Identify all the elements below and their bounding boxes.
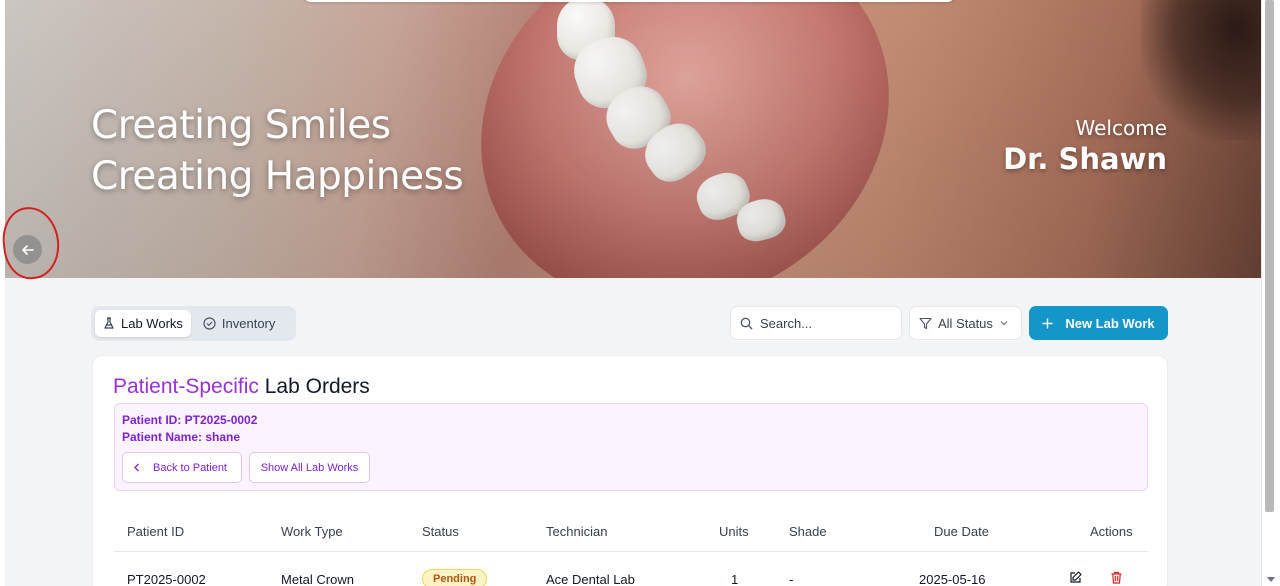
cell-units: 1 xyxy=(731,572,739,586)
column-header-shade: Shade xyxy=(789,524,827,539)
back-to-patient-button[interactable]: Back to Patient xyxy=(122,452,242,483)
show-all-lab-works-label: Show All Lab Works xyxy=(260,461,359,474)
card-title-accent: Patient-Specific xyxy=(113,375,259,398)
hero-tagline-line2: Creating Happiness xyxy=(91,154,464,199)
tab-inventory-label: Inventory xyxy=(221,316,276,331)
status-filter-dropdown[interactable]: All Status xyxy=(909,306,1022,340)
cell-patient-id: PT2025-0002 xyxy=(127,572,206,586)
tab-inventory[interactable]: Inventory xyxy=(195,310,283,337)
back-to-patient-label: Back to Patient xyxy=(153,461,227,474)
vertical-scrollbar[interactable] xyxy=(1261,0,1280,586)
view-tabs: Lab Works Inventory xyxy=(91,306,296,341)
status-filter-value: All Status xyxy=(938,315,993,331)
chevron-down-icon xyxy=(1000,321,1008,326)
card-title: Patient-Specific Lab Orders xyxy=(113,375,370,399)
delete-button[interactable] xyxy=(1110,571,1123,586)
new-lab-work-button[interactable]: New Lab Work xyxy=(1029,306,1168,340)
cell-due-date: 2025-05-16 xyxy=(919,572,986,586)
trash-icon xyxy=(1111,571,1122,584)
hero-tagline: Creating Smiles Creating Happiness xyxy=(91,100,464,202)
column-header-work-type: Work Type xyxy=(281,524,343,539)
welcome-block: Welcome Dr. Shawn xyxy=(1003,116,1167,178)
doctor-name: Dr. Shawn xyxy=(1003,142,1167,176)
card-title-rest: Lab Orders xyxy=(258,375,370,398)
status-badge: Pending xyxy=(422,569,488,586)
search-input[interactable] xyxy=(760,315,890,331)
flask-icon xyxy=(104,317,114,329)
lab-orders-card: Patient-Specific Lab Orders Patient ID: … xyxy=(92,355,1168,586)
column-header-status: Status xyxy=(422,524,459,539)
column-header-units: Units xyxy=(719,524,749,539)
new-lab-work-label: New Lab Work xyxy=(1065,315,1155,331)
column-header-technician: Technician xyxy=(546,524,608,539)
patient-info-box: Patient ID: PT2025-0002 Patient Name: sh… xyxy=(114,403,1148,491)
chevron-left-icon xyxy=(134,463,139,472)
search-icon xyxy=(740,317,753,329)
cell-work-type: Metal Crown xyxy=(281,572,354,586)
cell-technician: Ace Dental Lab xyxy=(546,572,635,586)
top-floating-bar xyxy=(303,0,955,2)
welcome-label: Welcome xyxy=(1075,116,1167,140)
check-circle-icon xyxy=(203,317,216,330)
scrollbar-thumb[interactable] xyxy=(1265,0,1274,512)
show-all-lab-works-button[interactable]: Show All Lab Works xyxy=(249,452,370,483)
column-header-patient-id: Patient ID xyxy=(127,524,185,539)
column-header-due-date: Due Date xyxy=(934,524,989,539)
edit-icon xyxy=(1070,571,1082,583)
patient-id-text: Patient ID: PT2025-0002 xyxy=(122,413,258,427)
column-header-actions: Actions xyxy=(1090,524,1133,539)
search-box[interactable] xyxy=(730,306,902,340)
tab-lab-works[interactable]: Lab Works xyxy=(95,310,191,337)
filter-icon xyxy=(919,317,932,329)
tab-lab-works-label: Lab Works xyxy=(121,316,183,331)
edit-button[interactable] xyxy=(1069,571,1082,586)
patient-name-text: Patient Name: shane xyxy=(122,430,241,444)
table-row[interactable]: PT2025-0002 Metal Crown Pending Ace Dent… xyxy=(114,553,1148,586)
table-header: Patient ID Work Type Status Technician U… xyxy=(114,516,1148,552)
cell-shade: - xyxy=(789,572,794,586)
scroll-down-arrow-icon[interactable] xyxy=(1267,577,1275,582)
plus-icon xyxy=(1042,318,1053,328)
hero-tagline-line1: Creating Smiles xyxy=(91,103,391,148)
